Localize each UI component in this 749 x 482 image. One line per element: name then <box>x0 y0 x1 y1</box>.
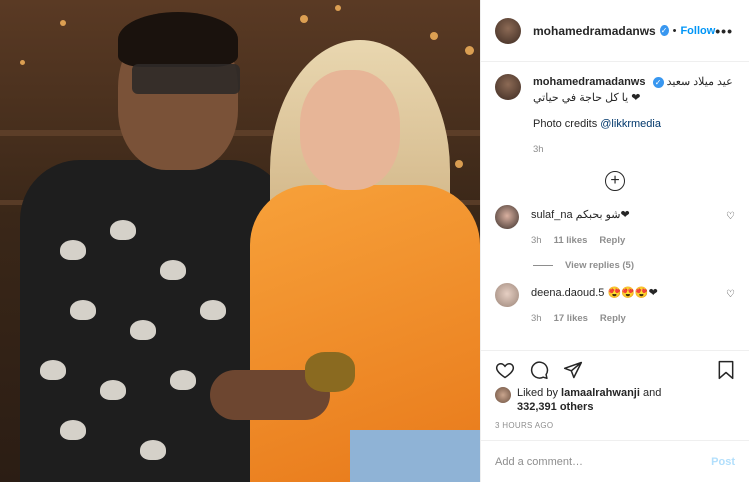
sunglasses <box>132 64 240 94</box>
separator-dot: • <box>672 24 677 37</box>
comment-likes[interactable]: 17 likes <box>554 313 588 324</box>
caption-username[interactable]: mohamedramadanws <box>533 76 645 88</box>
gold-bracelet <box>305 352 355 392</box>
man-hair <box>118 12 238 67</box>
liked-by-user[interactable]: lamaalrahwanji <box>561 387 640 399</box>
caption-time[interactable]: 3h <box>533 144 544 155</box>
post-header: mohamedramadanws ✓ • Follow ••• <box>481 0 749 62</box>
comment-time[interactable]: 3h <box>531 235 542 246</box>
caption-text: عيد ميلاد سعيد <box>666 76 733 88</box>
shirt-pattern <box>60 420 86 440</box>
shirt-pattern <box>100 380 126 400</box>
shirt-pattern <box>200 300 226 320</box>
credits-text: Photo credits <box>533 118 601 130</box>
jeans <box>350 430 480 482</box>
comment-text: شو بحبكم❤ <box>575 209 630 221</box>
caption: mohamedramadanws ✓ عيد ميلاد سعيد يا كل … <box>495 74 735 155</box>
avatar[interactable] <box>495 17 521 44</box>
follow-button[interactable]: Follow <box>680 25 715 37</box>
post-comment-button[interactable]: Post <box>711 456 735 468</box>
bokeh-light <box>335 5 341 11</box>
likes-count[interactable]: 332,391 others <box>517 401 593 413</box>
bokeh-light <box>455 160 463 168</box>
heart-icon[interactable] <box>495 360 515 380</box>
post-photo[interactable] <box>0 0 480 482</box>
comment-username[interactable]: deena.daoud.5 <box>531 287 604 299</box>
bokeh-light <box>430 32 438 40</box>
avatar[interactable] <box>495 74 521 100</box>
bokeh-light <box>60 20 66 26</box>
likes-and: and <box>639 387 662 399</box>
caption-text-line2: يا كل حاجة في حياتي ❤ <box>533 92 641 104</box>
verified-badge-icon: ✓ <box>659 25 669 36</box>
credits-handle-link[interactable]: @likkrmedia <box>600 118 661 130</box>
comments-list[interactable]: mohamedramadanws ✓ عيد ميلاد سعيد يا كل … <box>481 62 749 350</box>
post-timestamp[interactable]: 3 HOURS AGO <box>495 421 553 430</box>
avatar[interactable] <box>495 387 511 403</box>
more-options-icon[interactable]: ••• <box>715 23 733 39</box>
comment-item: deena.daoud.5 😍😍😍❤ 3h 17 likes Reply ♡ <box>495 283 735 324</box>
bokeh-light <box>465 46 474 55</box>
comment-input[interactable] <box>495 455 712 468</box>
like-comment-heart-icon[interactable]: ♡ <box>726 205 735 246</box>
shirt-pattern <box>160 260 186 280</box>
likes-summary: Liked by lamaalrahwanji and 332,391 othe… <box>495 386 735 414</box>
share-icon[interactable] <box>563 360 583 380</box>
comment-icon[interactable] <box>529 360 549 380</box>
bokeh-light <box>300 15 308 23</box>
view-replies-button[interactable]: View replies (5) <box>533 260 735 271</box>
add-circle-icon[interactable]: + <box>605 171 625 191</box>
shirt-pattern <box>110 220 136 240</box>
comment-item: sulaf_na شو بحبكم❤ 3h 11 likes Reply ♡ <box>495 205 735 246</box>
verified-badge-icon: ✓ <box>652 76 664 88</box>
add-comment-bar: Post <box>481 440 749 482</box>
post-side-panel: mohamedramadanws ✓ • Follow ••• mohamedr… <box>480 0 749 482</box>
likes-prefix: Liked by <box>517 387 562 399</box>
comment-likes[interactable]: 11 likes <box>554 235 588 246</box>
shirt-pattern <box>130 320 156 340</box>
like-comment-heart-icon[interactable]: ♡ <box>726 283 735 324</box>
bookmark-icon[interactable] <box>717 360 735 380</box>
shirt-pattern <box>170 370 196 390</box>
avatar[interactable] <box>495 283 519 307</box>
reply-button[interactable]: Reply <box>600 313 626 324</box>
shirt-pattern <box>140 440 166 460</box>
shirt-pattern <box>60 240 86 260</box>
woman-face <box>300 70 400 190</box>
bokeh-light <box>20 60 25 65</box>
replies-line <box>533 265 553 266</box>
header-username[interactable]: mohamedramadanws <box>533 24 656 38</box>
comment-username[interactable]: sulaf_na <box>531 209 573 221</box>
comment-text: 😍😍😍❤ <box>607 287 658 299</box>
comment-time[interactable]: 3h <box>531 313 542 324</box>
avatar[interactable] <box>495 205 519 229</box>
shirt-pattern <box>70 300 96 320</box>
view-replies-label[interactable]: View replies (5) <box>565 260 634 271</box>
reply-button[interactable]: Reply <box>599 235 625 246</box>
load-more-comments[interactable]: + <box>495 171 735 191</box>
action-bar <box>481 350 749 388</box>
shirt-pattern <box>40 360 66 380</box>
